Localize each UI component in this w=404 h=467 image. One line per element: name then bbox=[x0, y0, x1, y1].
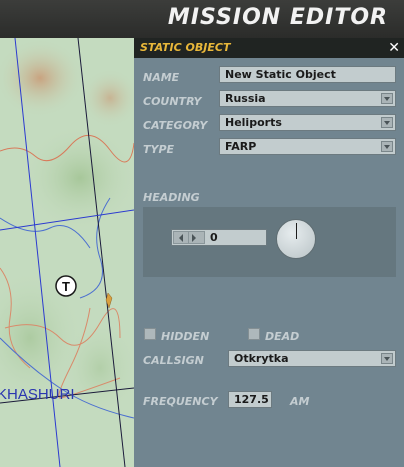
panel-title: STATIC OBJECT bbox=[140, 41, 231, 54]
close-icon[interactable]: ✕ bbox=[388, 38, 400, 58]
category-select[interactable]: Heliports bbox=[219, 114, 396, 131]
frequency-unit: AM bbox=[290, 395, 310, 408]
type-value: FARP bbox=[225, 140, 257, 153]
farp-marker-label: T bbox=[62, 279, 70, 294]
frequency-field[interactable]: 127.5 bbox=[228, 391, 272, 408]
callsign-select[interactable]: Otkrytka bbox=[228, 350, 396, 367]
type-select[interactable]: FARP bbox=[219, 138, 396, 155]
name-field[interactable]: New Static Object bbox=[219, 66, 396, 83]
country-select[interactable]: Russia bbox=[219, 90, 396, 107]
category-label: CATEGORY bbox=[143, 119, 208, 132]
type-label: TYPE bbox=[143, 143, 175, 156]
panel-titlebar: STATIC OBJECT ✕ bbox=[134, 38, 404, 58]
category-value: Heliports bbox=[225, 116, 282, 129]
heading-label: HEADING bbox=[143, 191, 200, 204]
heading-group: 0 bbox=[143, 207, 396, 277]
arrow-left-icon[interactable] bbox=[179, 234, 183, 242]
static-object-panel: STATIC OBJECT ✕ NAME New Static Object C… bbox=[134, 38, 404, 467]
heading-dial[interactable] bbox=[276, 219, 316, 259]
country-value: Russia bbox=[225, 92, 266, 105]
callsign-label: CALLSIGN bbox=[143, 354, 204, 367]
callsign-value: Otkrytka bbox=[234, 352, 289, 365]
heading-spin-buttons bbox=[173, 231, 205, 244]
hidden-label: HIDDEN bbox=[161, 330, 210, 343]
heading-value[interactable]: 0 bbox=[210, 230, 218, 245]
name-label: NAME bbox=[143, 71, 180, 84]
app-title: MISSION EDITOR bbox=[167, 5, 388, 30]
dead-checkbox[interactable] bbox=[248, 328, 260, 340]
heading-needle bbox=[296, 223, 297, 239]
heading-spinbox[interactable]: 0 bbox=[171, 229, 267, 246]
chevron-down-icon[interactable] bbox=[381, 141, 393, 152]
map-canvas[interactable]: T KHASHURI bbox=[0, 38, 134, 467]
town-label: KHASHURI bbox=[0, 386, 75, 403]
app-header: MISSION EDITOR bbox=[0, 0, 404, 38]
frequency-label: FREQUENCY bbox=[143, 395, 218, 408]
country-label: COUNTRY bbox=[143, 95, 202, 108]
chevron-down-icon[interactable] bbox=[381, 117, 393, 128]
chevron-down-icon[interactable] bbox=[381, 353, 393, 364]
map-view[interactable]: T KHASHURI bbox=[0, 38, 134, 467]
arrow-right-icon[interactable] bbox=[192, 234, 196, 242]
chevron-down-icon[interactable] bbox=[381, 93, 393, 104]
hidden-checkbox[interactable] bbox=[144, 328, 156, 340]
dead-label: DEAD bbox=[265, 330, 300, 343]
